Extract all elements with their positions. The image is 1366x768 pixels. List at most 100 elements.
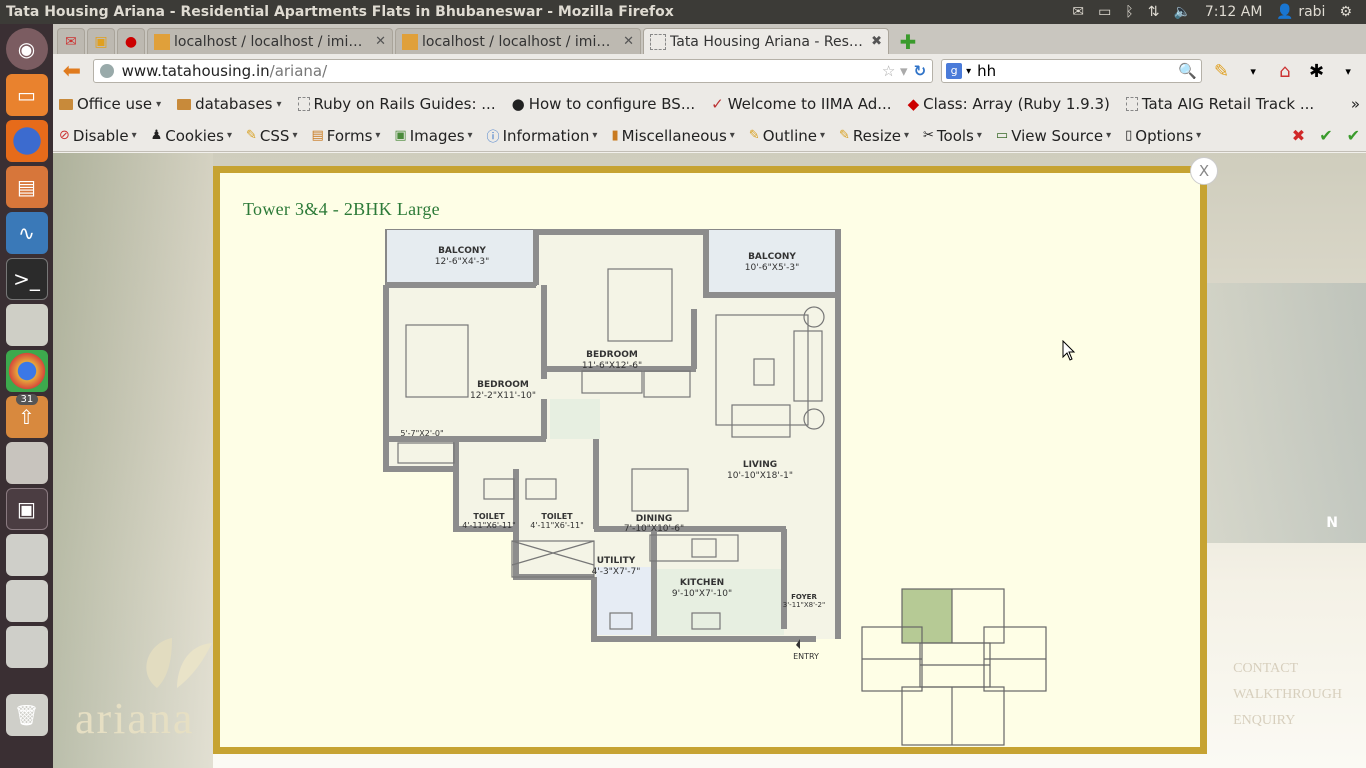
workspace-switcher-icon[interactable]: ▣: [5, 488, 48, 530]
tab-tata-housing[interactable]: Tata Housing Ariana - Resid... ✖: [643, 28, 889, 54]
tab-label: Tata Housing Ariana - Resid...: [670, 33, 866, 50]
information-icon: ⓘ: [486, 130, 500, 145]
close-tab-icon[interactable]: ✕: [623, 34, 634, 49]
battery-icon[interactable]: ▭: [1098, 4, 1111, 20]
bookmark-label: Class: Array (Ruby 1.9.3): [923, 95, 1110, 113]
mysql-workbench-icon[interactable]: [5, 442, 48, 484]
addon-gear-dropdown-icon[interactable]: ▾: [1336, 59, 1360, 83]
devtool-label: Outline: [762, 126, 817, 145]
pinned-tab-3[interactable]: ●: [117, 28, 145, 54]
close-lightbox-button[interactable]: X: [1190, 157, 1218, 185]
options-icon: ▯: [1125, 128, 1133, 143]
bookmark-folder-office-use[interactable]: Office use ▾: [59, 95, 161, 113]
addon-gear-icon[interactable]: ✱: [1305, 59, 1329, 83]
app-tab-icon: ▣: [94, 33, 108, 50]
floorplan-lightbox: Tower 3&4 - 2BHK Large BALCONY 12'-6"X4'…: [213, 166, 1207, 754]
contact-link[interactable]: CONTACT: [1233, 661, 1342, 677]
bookmark-label: Ruby on Rails Guides: ...: [313, 95, 496, 113]
firefox-icon[interactable]: [5, 120, 48, 162]
bookmark-configure-bs[interactable]: ● How to configure BS...: [512, 95, 696, 113]
addon-dropdown-icon[interactable]: ▾: [1241, 59, 1265, 83]
chrome-icon[interactable]: [5, 350, 48, 392]
google-engine-icon[interactable]: g: [946, 63, 963, 79]
system-monitor-icon[interactable]: ∿: [5, 212, 48, 254]
network-icon[interactable]: ⇅: [1148, 4, 1160, 20]
session-gear-icon[interactable]: ⚙: [1339, 4, 1352, 20]
devtool-information[interactable]: ⓘ Information ▾: [486, 126, 598, 146]
bookmark-label: databases: [195, 95, 273, 113]
libreoffice-impress-icon[interactable]: ▤: [5, 166, 48, 208]
search-input[interactable]: hh: [971, 62, 1178, 80]
devtool-images[interactable]: ▣ Images ▾: [394, 127, 472, 145]
css-valid-icon[interactable]: ✔: [1319, 126, 1332, 145]
folder-icon: [177, 98, 192, 110]
devtool-tools[interactable]: ✂ Tools ▾: [923, 127, 982, 145]
js-valid-icon[interactable]: ✔: [1347, 126, 1360, 145]
japan-flag-icon: ●: [124, 33, 138, 50]
clock[interactable]: 7:12 AM: [1205, 4, 1263, 20]
bookmarks-overflow-icon[interactable]: »: [1351, 95, 1360, 113]
close-tab-icon[interactable]: ✖: [871, 34, 882, 49]
search-bar[interactable]: g ▾ hh 🔍: [941, 59, 1202, 83]
enquiry-link[interactable]: ENQUIRY: [1233, 713, 1342, 729]
terminal-icon[interactable]: >_: [5, 258, 48, 300]
devtool-miscellaneous[interactable]: ▮ Miscellaneous ▾: [611, 127, 734, 145]
pinned-tab-gmail[interactable]: ✉: [57, 28, 85, 54]
dash-home-icon[interactable]: ◉: [5, 28, 48, 70]
url-path: /ariana/: [269, 62, 328, 80]
devtool-disable[interactable]: ⊘ Disable ▾: [59, 127, 137, 145]
error-status-icon[interactable]: ✖: [1292, 126, 1305, 145]
wardrobe-dimension: 5'-7"X2'-0": [400, 429, 443, 438]
volume-icon[interactable]: 🔈: [1173, 4, 1190, 20]
css-icon: ✎: [246, 128, 257, 143]
pencil-addon-icon[interactable]: ✎: [1210, 59, 1234, 83]
disk-icon-2[interactable]: [5, 580, 48, 622]
devtool-resize[interactable]: ✎ Resize ▾: [839, 127, 909, 145]
devtool-outline[interactable]: ✎ Outline ▾: [749, 127, 825, 145]
files-icon[interactable]: ▭: [5, 74, 48, 116]
url-bar[interactable]: www.tatahousing.in/ariana/ ☆ ▾ ↻: [92, 59, 934, 83]
room-utility-name: UTILITY: [597, 556, 636, 566]
bookmark-folder-databases[interactable]: databases ▾: [177, 95, 282, 113]
devtool-css[interactable]: ✎ CSS ▾: [246, 127, 297, 145]
bookmark-iima[interactable]: ✓ Welcome to IIMA Ad...: [711, 95, 891, 113]
disk-icon-1[interactable]: [5, 534, 48, 576]
pinned-tab-2[interactable]: ▣: [87, 28, 115, 54]
update-manager-icon[interactable]: 31 ⇧: [5, 394, 48, 438]
search-icon[interactable]: 🔍: [1178, 62, 1197, 80]
floorplan-title: Tower 3&4 - 2BHK Large: [243, 199, 440, 219]
tab-bar: ✉ ▣ ● localhost / localhost / imi_t... ✕…: [53, 24, 1366, 54]
room-living-name: LIVING: [743, 460, 777, 470]
mail-indicator-icon[interactable]: ✉: [1072, 4, 1084, 20]
room-foyer-size: 3'-11"X8'-2": [783, 601, 825, 609]
bookmark-star-icon[interactable]: ☆ ▾: [882, 62, 908, 80]
user-menu[interactable]: 👤 rabi: [1276, 4, 1325, 20]
reload-icon[interactable]: ↻: [914, 62, 927, 80]
devtool-cookies[interactable]: ♟ Cookies ▾: [151, 127, 232, 145]
bookmark-rails-guides[interactable]: Ruby on Rails Guides: ...: [297, 95, 496, 113]
miscellaneous-icon: ▮: [611, 128, 619, 143]
walkthrough-link[interactable]: WALKTHROUGH: [1233, 687, 1342, 703]
close-tab-icon[interactable]: ✕: [375, 34, 386, 49]
unity-launcher: ◉ ▭ ▤ ∿ >_ 31 ⇧ ▣ 🗑: [0, 24, 53, 768]
bookmark-tata-aig[interactable]: Tata AIG Retail Track ...: [1125, 95, 1314, 113]
devtool-view-source[interactable]: ▭ View Source ▾: [996, 127, 1111, 145]
bookmark-ruby-array[interactable]: ◆ Class: Array (Ruby 1.9.3): [908, 95, 1110, 113]
devtool-label: Miscellaneous: [621, 126, 727, 145]
back-button[interactable]: ⬅: [59, 58, 85, 84]
site-identity-icon[interactable]: [99, 64, 114, 78]
home-icon[interactable]: ⌂: [1273, 59, 1297, 83]
trash-icon[interactable]: 🗑: [5, 694, 48, 736]
devtool-options[interactable]: ▯ Options ▾: [1125, 127, 1201, 145]
cookies-icon: ♟: [150, 128, 163, 143]
new-tab-button[interactable]: ✚: [895, 30, 921, 54]
tab-phpmyadmin-2[interactable]: localhost / localhost / imi_t... ✕: [395, 28, 641, 54]
bluetooth-icon[interactable]: ᛒ: [1125, 4, 1133, 20]
tab-phpmyadmin-1[interactable]: localhost / localhost / imi_t... ✕: [147, 28, 393, 54]
devtool-forms[interactable]: ▤ Forms ▾: [311, 127, 380, 145]
disable-icon: ⊘: [59, 128, 70, 143]
devtool-label: CSS: [259, 126, 290, 145]
disk-icon-3[interactable]: [5, 626, 48, 668]
drive-icon[interactable]: [5, 304, 48, 346]
ariana-leaf-logo: [146, 638, 212, 688]
